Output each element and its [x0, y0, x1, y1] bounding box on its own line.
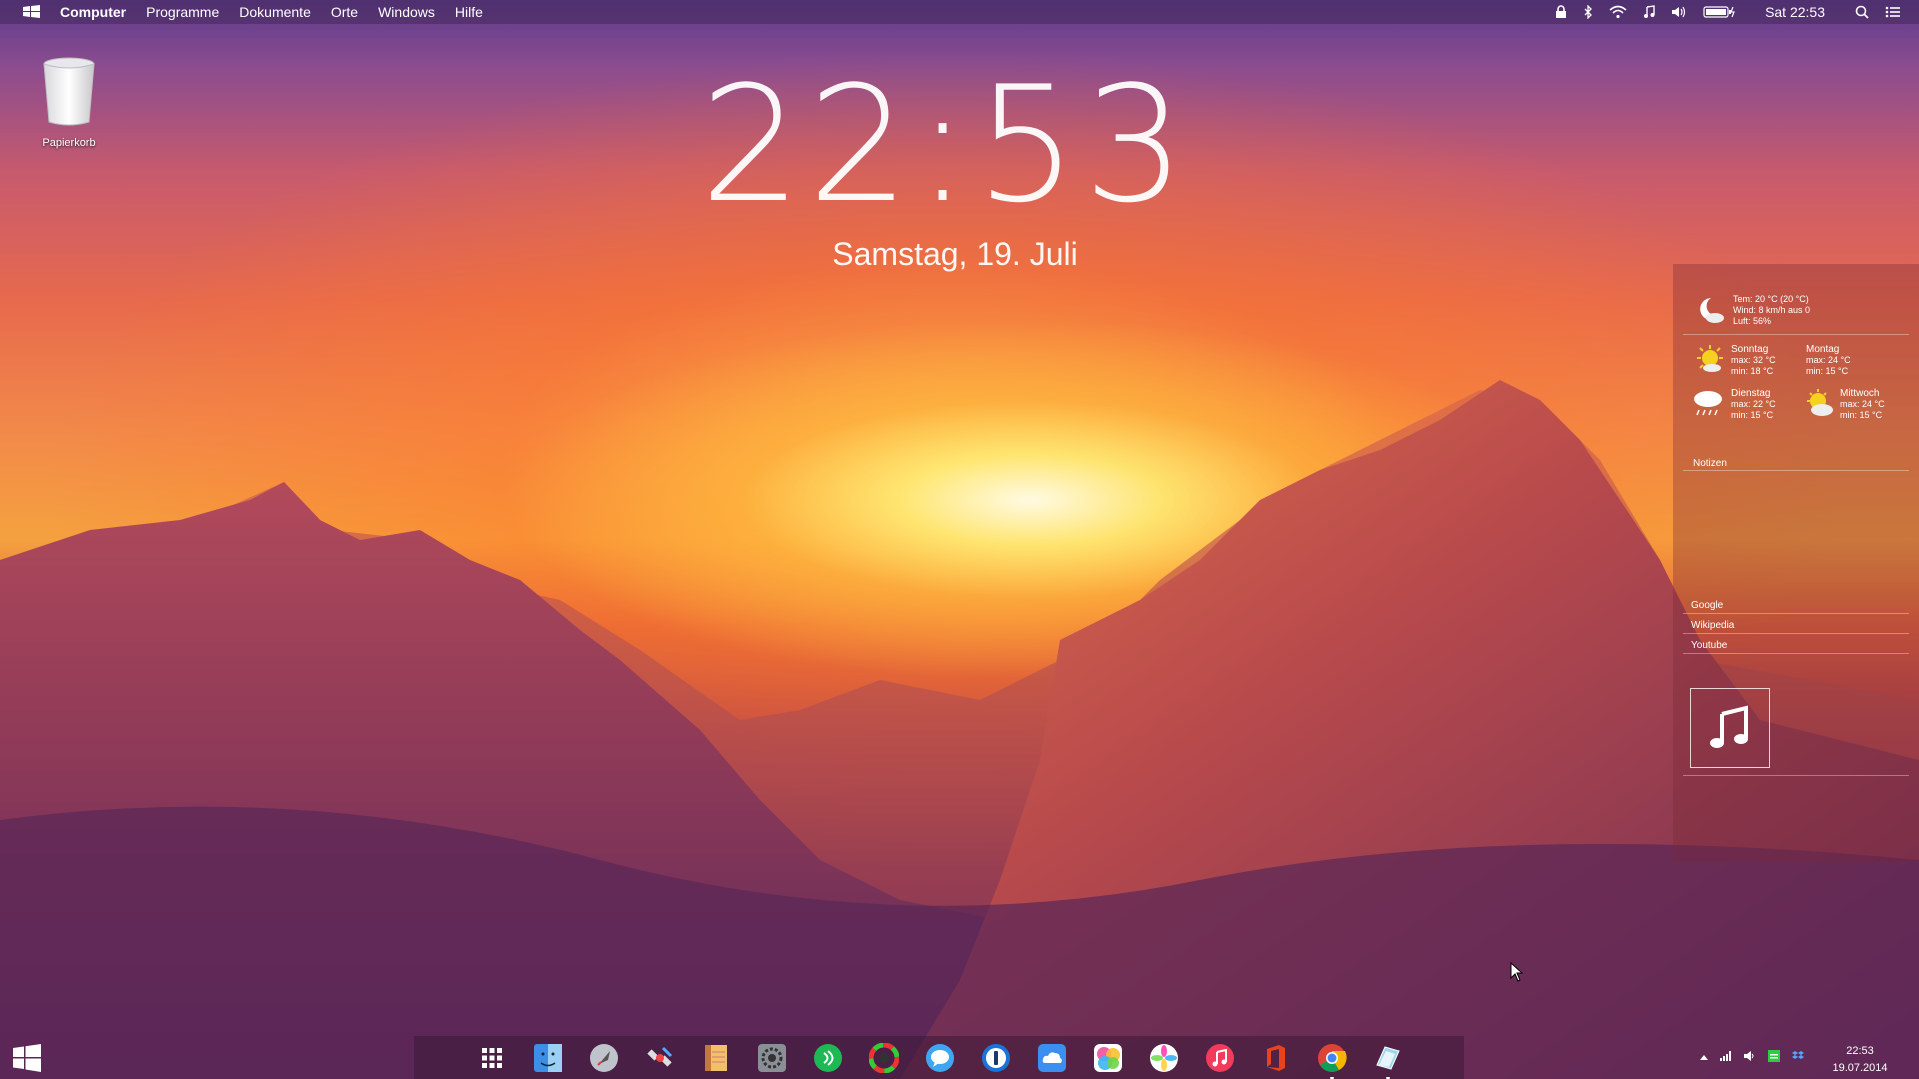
partly-sunny-icon: [1807, 389, 1833, 416]
music-player-button[interactable]: [1690, 688, 1770, 768]
music-note-icon[interactable]: [1643, 5, 1655, 19]
divider: [1683, 653, 1909, 654]
color-wheel-icon[interactable]: [868, 1042, 900, 1074]
finder-icon[interactable]: [532, 1042, 564, 1074]
messages-icon[interactable]: [924, 1042, 956, 1074]
link-youtube[interactable]: Youtube: [1691, 640, 1727, 651]
divider: [1683, 775, 1909, 776]
weather-humidity: Luft: 56%: [1733, 316, 1772, 326]
rain-icon: [1694, 391, 1722, 416]
sunny-icon: [1697, 345, 1723, 372]
forecast-min: min: 15 °C: [1731, 410, 1774, 420]
launchpad-rocket-icon[interactable]: [588, 1042, 620, 1074]
notes-icon[interactable]: [700, 1042, 732, 1074]
tray-date: 19.07.2014: [1832, 1062, 1888, 1074]
weather-wind: Wind: 8 km/h aus 0: [1733, 305, 1811, 315]
search-icon[interactable]: [1855, 5, 1869, 19]
menubar-status-area: Sat 22:53: [1555, 0, 1901, 24]
dock: [414, 1036, 1464, 1079]
notes-textarea[interactable]: [1683, 472, 1909, 592]
dropbox-icon[interactable]: [1792, 1050, 1804, 1064]
divider: [1683, 470, 1909, 471]
forecast-sonntag: Sonntag max: 32 °C min: 18 °C: [1695, 344, 1776, 377]
forecast-max: max: 32 °C: [1731, 355, 1776, 365]
divider: [1683, 633, 1909, 634]
forecast-day: Dienstag: [1731, 388, 1771, 399]
windows-logo-icon: [13, 1044, 41, 1072]
menu-computer[interactable]: Computer: [60, 4, 126, 20]
notes-title: Notizen: [1693, 458, 1727, 469]
game-center-icon[interactable]: [1092, 1042, 1124, 1074]
apps-grid-icon[interactable]: [476, 1042, 508, 1074]
battery-icon[interactable]: [1703, 5, 1735, 19]
bluetooth-icon[interactable]: [1583, 5, 1593, 19]
windows-flag-icon[interactable]: [22, 4, 42, 20]
running-indicator: [1330, 1076, 1334, 1079]
network-signal-icon[interactable]: [1720, 1051, 1732, 1063]
spotify-icon[interactable]: [812, 1042, 844, 1074]
menu-programme[interactable]: Programme: [146, 4, 219, 20]
green-app-icon[interactable]: [1768, 1050, 1780, 1064]
forecast-min: min: 18 °C: [1731, 366, 1774, 376]
top-menu-bar: Computer Programme Dokumente Orte Window…: [0, 0, 1919, 24]
widget-sidebar: Tem: 20 °C (20 °C) Wind: 8 km/h aus 0 Lu…: [1673, 264, 1919, 862]
forecast-day: Mittwoch: [1840, 388, 1880, 399]
mouse-cursor-icon: [1510, 962, 1524, 982]
link-wikipedia[interactable]: Wikipedia: [1691, 620, 1734, 631]
tray-time: 22:53: [1846, 1045, 1874, 1057]
weather-current: Tem: 20 °C (20 °C) Wind: 8 km/h aus 0 Lu…: [1695, 294, 1810, 327]
moon-cloud-icon: [1700, 298, 1724, 323]
notification-list-icon[interactable]: [1885, 5, 1901, 19]
weather-temp: Tem: 20 °C (20 °C): [1733, 294, 1809, 304]
forecast-day: Montag: [1806, 344, 1840, 355]
speaker-icon[interactable]: [1744, 1050, 1756, 1064]
tray-clock[interactable]: 22:53 19.07.2014: [1820, 1043, 1900, 1077]
start-button[interactable]: [12, 1044, 42, 1077]
menubar-clock[interactable]: Sat 22:53: [1765, 4, 1825, 20]
link-google[interactable]: Google: [1691, 600, 1723, 611]
running-indicator: [1386, 1076, 1390, 1079]
system-tray: [1700, 1050, 1804, 1064]
desktop-trash[interactable]: Papierkorb: [34, 56, 104, 149]
forecast-max: max: 24 °C: [1840, 399, 1885, 409]
volume-icon[interactable]: [1671, 5, 1687, 19]
menu-dokumente[interactable]: Dokumente: [239, 4, 311, 20]
music-note-icon: [1710, 705, 1748, 748]
preview-icon[interactable]: [1372, 1042, 1404, 1079]
divider: [1683, 334, 1909, 335]
trash-label: Papierkorb: [42, 137, 96, 149]
forecast-montag: Montag max: 24 °C min: 15 °C: [1806, 344, 1851, 377]
forecast-dienstag: Dienstag max: 22 °C min: 15 °C: [1691, 388, 1776, 421]
chrome-icon[interactable]: [1316, 1042, 1348, 1079]
big-clock-time: 22:53: [700, 51, 1192, 238]
forecast-max: max: 24 °C: [1806, 355, 1851, 365]
trash-bin-icon: [43, 57, 95, 126]
onepassword-icon[interactable]: [980, 1042, 1012, 1074]
menu-hilfe[interactable]: Hilfe: [455, 4, 483, 20]
divider: [1683, 613, 1909, 614]
office-icon[interactable]: [1260, 1042, 1292, 1074]
menu-windows[interactable]: Windows: [378, 4, 435, 20]
forecast-mittwoch: Mittwoch max: 24 °C min: 15 °C: [1804, 388, 1885, 421]
big-clock-date: Samstag, 19. Juli: [832, 236, 1078, 272]
forecast-min: min: 15 °C: [1806, 366, 1849, 376]
system-preferences-icon[interactable]: [756, 1042, 788, 1074]
forecast-day: Sonntag: [1731, 344, 1769, 355]
lock-icon[interactable]: [1555, 5, 1567, 19]
menu-orte[interactable]: Orte: [331, 4, 358, 20]
icloud-icon[interactable]: [1036, 1042, 1068, 1074]
itunes-icon[interactable]: [1204, 1042, 1236, 1074]
wifi-icon[interactable]: [1609, 5, 1627, 19]
photos-icon[interactable]: [1148, 1042, 1180, 1074]
tray-expand-icon[interactable]: [1700, 1052, 1708, 1062]
forecast-min: min: 15 °C: [1840, 410, 1883, 420]
forecast-max: max: 22 °C: [1731, 399, 1776, 409]
satellite-icon[interactable]: [644, 1042, 676, 1074]
